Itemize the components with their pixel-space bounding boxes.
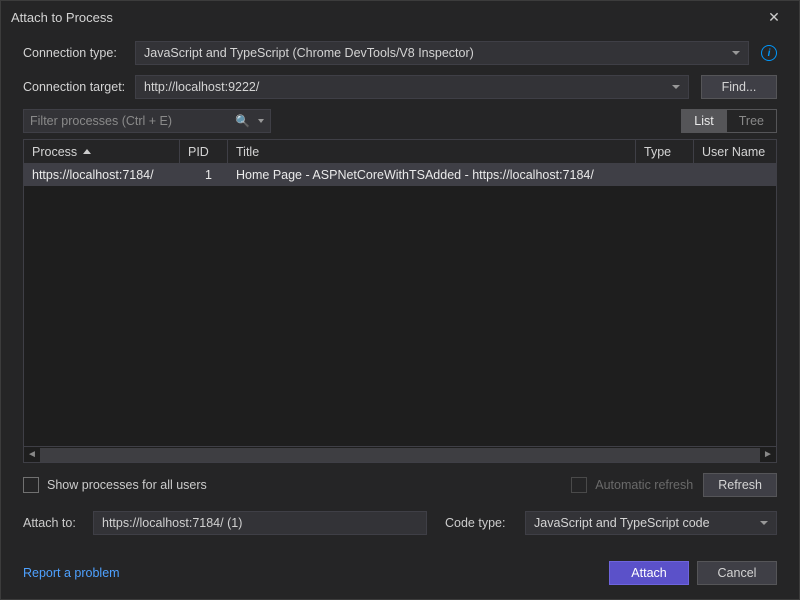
table-row[interactable]: https://localhost:7184/ 1 Home Page - AS… <box>24 164 776 186</box>
connection-target-value: http://localhost:9222/ <box>144 80 259 94</box>
col-title[interactable]: Title <box>228 140 636 164</box>
table-header: Process PID Title Type User Name <box>24 140 776 164</box>
code-type-dropdown[interactable]: JavaScript and TypeScript code <box>525 511 777 535</box>
cell-pid: 1 <box>180 168 228 182</box>
process-table: Process PID Title Type User Name https:/… <box>23 139 777 463</box>
find-button[interactable]: Find... <box>701 75 777 99</box>
cell-process: https://localhost:7184/ <box>24 168 180 182</box>
scroll-left-icon[interactable]: ◄ <box>24 447 40 462</box>
title-bar: Attach to Process ✕ <box>1 1 799 33</box>
automatic-refresh-label: Automatic refresh <box>595 478 693 492</box>
col-process[interactable]: Process <box>24 140 180 164</box>
horizontal-scrollbar[interactable]: ◄ ► <box>24 446 776 462</box>
view-tree-button[interactable]: Tree <box>727 109 777 133</box>
connection-type-value: JavaScript and TypeScript (Chrome DevToo… <box>144 46 474 60</box>
code-type-value: JavaScript and TypeScript code <box>534 516 710 530</box>
automatic-refresh-option: Automatic refresh <box>571 477 693 493</box>
cell-title: Home Page - ASPNetCoreWithTSAdded - http… <box>228 168 636 182</box>
scrollbar-track[interactable] <box>40 448 760 462</box>
connection-type-label: Connection type: <box>23 46 135 60</box>
chevron-down-icon[interactable] <box>258 119 264 123</box>
search-icon[interactable]: 🔍 <box>235 114 250 128</box>
view-toggle: List Tree <box>681 109 777 133</box>
connection-target-dropdown[interactable]: http://localhost:9222/ <box>135 75 689 99</box>
report-problem-link[interactable]: Report a problem <box>23 566 120 580</box>
col-user[interactable]: User Name <box>694 140 776 164</box>
connection-type-dropdown[interactable]: JavaScript and TypeScript (Chrome DevToo… <box>135 41 749 65</box>
col-pid[interactable]: PID <box>180 140 228 164</box>
sort-asc-icon <box>83 149 91 154</box>
refresh-button[interactable]: Refresh <box>703 473 777 497</box>
chevron-down-icon <box>672 85 680 89</box>
info-icon[interactable]: i <box>761 45 777 61</box>
window-title: Attach to Process <box>11 10 759 25</box>
filter-input[interactable]: Filter processes (Ctrl + E) 🔍 <box>23 109 271 133</box>
chevron-down-icon <box>732 51 740 55</box>
cancel-button[interactable]: Cancel <box>697 561 777 585</box>
close-icon[interactable]: ✕ <box>759 2 789 32</box>
code-type-label: Code type: <box>445 516 515 530</box>
attach-to-label: Attach to: <box>23 516 83 530</box>
col-type[interactable]: Type <box>636 140 694 164</box>
automatic-refresh-checkbox <box>571 477 587 493</box>
view-list-button[interactable]: List <box>681 109 726 133</box>
show-all-users-checkbox[interactable] <box>23 477 39 493</box>
attach-button[interactable]: Attach <box>609 561 689 585</box>
scroll-right-icon[interactable]: ► <box>760 447 776 462</box>
connection-target-label: Connection target: <box>23 80 135 94</box>
attach-to-value: https://localhost:7184/ (1) <box>102 516 242 530</box>
filter-placeholder: Filter processes (Ctrl + E) <box>30 114 172 128</box>
table-body: https://localhost:7184/ 1 Home Page - AS… <box>24 164 776 446</box>
chevron-down-icon <box>760 521 768 525</box>
attach-to-field[interactable]: https://localhost:7184/ (1) <box>93 511 427 535</box>
show-all-users-label: Show processes for all users <box>47 478 207 492</box>
